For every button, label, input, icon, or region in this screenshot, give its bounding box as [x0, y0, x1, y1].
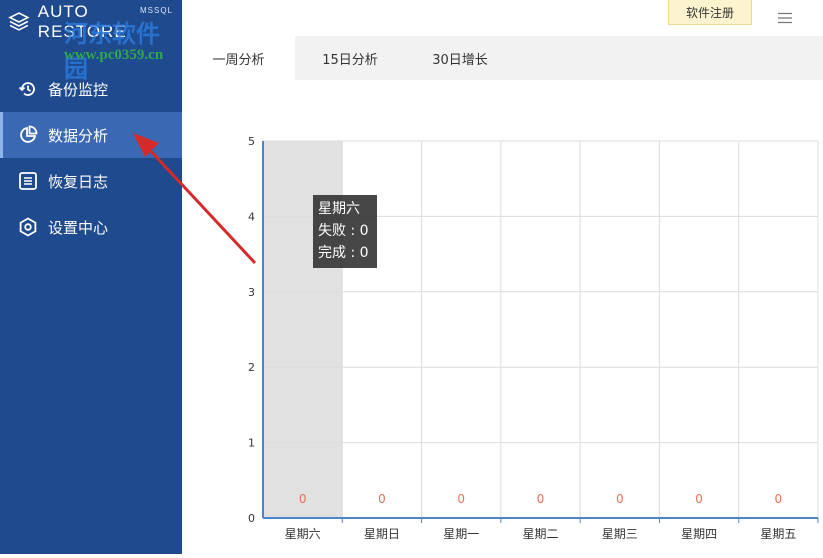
sidebar-item-label: 备份监控 [48, 80, 109, 99]
layers-logo-icon [8, 12, 30, 31]
weekly-bar-chart: 0 1 2 3 4 5 0 星期六 0 星期日 0 星期一 0 星期二 0 星期三 0 星期四 0 星期五 [182, 80, 823, 554]
chart-svg: 0 1 2 3 4 5 0 星期六 0 星期日 0 星期一 0 星期二 0 星期三 0 星期四 0 星期五 [248, 135, 819, 541]
data-label: 0 [537, 492, 545, 506]
sidebar-item-settings[interactable]: 设置中心 [0, 204, 182, 250]
chart-tooltip: 星期六 失败 : 0 完成 : 0 [313, 195, 377, 268]
data-label: 0 [616, 492, 624, 506]
y-tick-label: 3 [248, 286, 255, 299]
data-label: 0 [378, 492, 386, 506]
tab-30-day-growth[interactable]: 30日增长 [415, 36, 505, 80]
y-tick-label: 4 [248, 210, 255, 223]
y-tick-label: 5 [248, 135, 255, 148]
data-label: 0 [299, 492, 307, 506]
tooltip-failed: 失败 : 0 [318, 223, 369, 239]
x-tick-label: 星期三 [602, 527, 638, 541]
sidebar-item-backup-monitor[interactable]: 备份监控 [0, 66, 182, 112]
sidebar: AUTO RESTORE MSSQL 河东软件园 www.pc0359.cn 备… [0, 0, 182, 554]
y-tick-label: 1 [248, 437, 255, 450]
hamburger-menu-icon[interactable] [777, 12, 793, 24]
data-label: 0 [775, 492, 783, 506]
sidebar-nav: 备份监控 数据分析 恢复日志 设置中心 [0, 66, 182, 250]
x-tick-label: 星期二 [522, 527, 558, 541]
register-button[interactable]: 软件注册 [668, 0, 752, 25]
x-tick-label: 星期五 [760, 527, 796, 541]
data-label: 0 [695, 492, 703, 506]
sidebar-item-data-analysis[interactable]: 数据分析 [0, 112, 182, 158]
settings-gear-icon [19, 217, 37, 237]
tooltip-title: 星期六 [318, 201, 360, 217]
y-tick-label: 2 [248, 361, 255, 374]
pie-chart-icon [20, 125, 38, 143]
x-tick-label: 星期日 [364, 527, 400, 541]
log-list-icon [19, 172, 37, 190]
sidebar-item-label: 恢复日志 [48, 172, 109, 191]
tooltip-completed: 完成 : 0 [318, 245, 369, 261]
x-tick-label: 星期四 [681, 527, 717, 541]
tab-15-day-analysis[interactable]: 15日分析 [305, 36, 395, 80]
watermark-url: www.pc0359.cn [64, 47, 164, 63]
x-tick-label: 星期六 [285, 527, 321, 541]
sidebar-item-restore-log[interactable]: 恢复日志 [0, 158, 182, 204]
sidebar-item-label: 数据分析 [48, 126, 109, 145]
sidebar-item-label: 设置中心 [48, 218, 109, 237]
x-tick-label: 星期一 [443, 527, 479, 541]
tab-week-analysis[interactable]: 一周分析 [182, 36, 295, 80]
analysis-tabs: 一周分析 15日分析 30日增长 [182, 36, 823, 80]
data-label: 0 [457, 492, 465, 506]
y-tick-label: 0 [248, 512, 255, 525]
backup-history-icon [18, 82, 35, 96]
